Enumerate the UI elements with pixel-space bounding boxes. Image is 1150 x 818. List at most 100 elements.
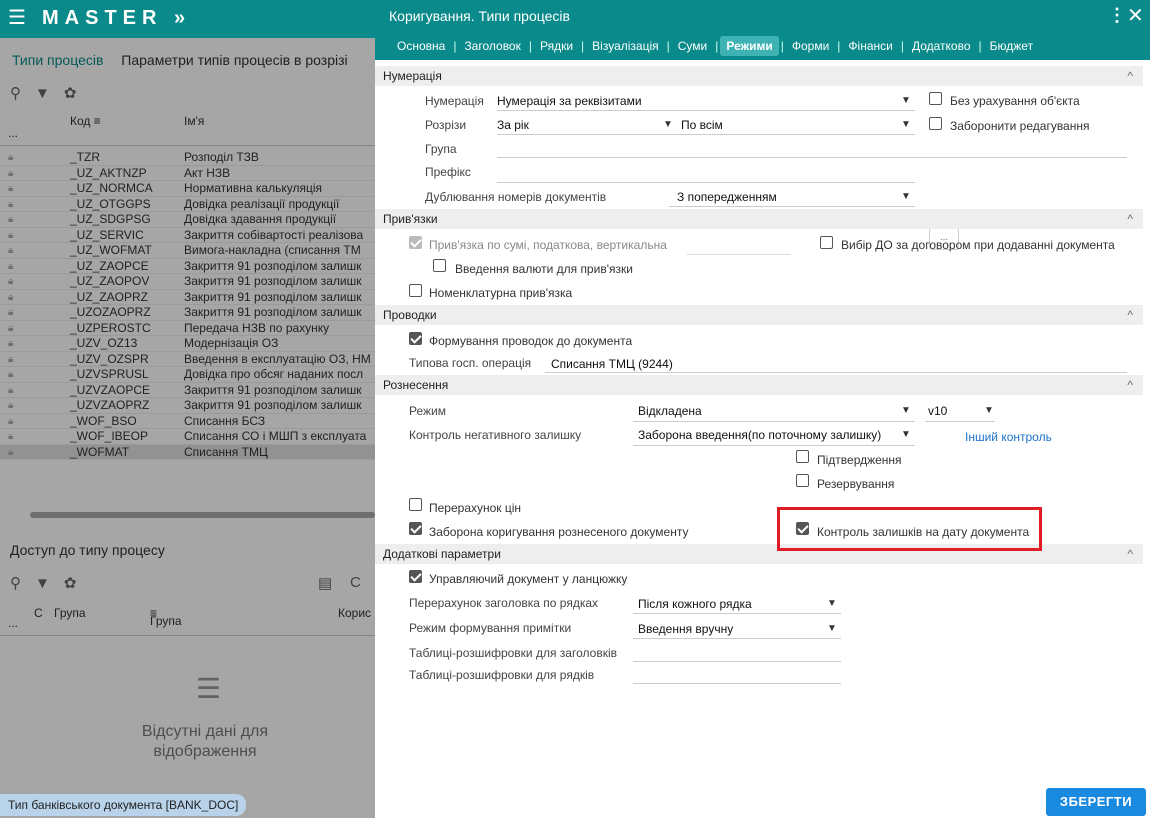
table-row[interactable]: 🔒︎ _UZ_OTGGPS Довідка реалізації продукції xyxy=(0,197,375,212)
tab-process-types[interactable]: Типи процесів xyxy=(12,52,103,68)
neg-select[interactable]: Заборона введення(по поточному залишку) xyxy=(638,428,881,442)
table-row[interactable]: 🔒︎ _UZ_SDGPSG Довідка здавання продукції xyxy=(0,212,375,228)
choose-do-checkbox[interactable] xyxy=(820,236,833,249)
close-icon[interactable]: ✕ xyxy=(1127,3,1144,28)
chevron-down-icon[interactable]: ▼ xyxy=(901,405,911,416)
table-row[interactable]: 🔒︎ _TZR Розподіл ТЗВ xyxy=(0,150,375,166)
chevron-down-icon[interactable]: ▼ xyxy=(984,405,994,416)
op-value[interactable]: Списання ТМЦ (9244) xyxy=(551,357,673,371)
table-row[interactable]: 🔒︎ _WOF_IBEOP Списання СО і МШП з експлуат… xyxy=(0,429,375,445)
section-postings[interactable]: Проводки ^ xyxy=(375,305,1143,325)
table-row[interactable]: 🔒︎ _UZ_ZAOPRZ Закриття 91 розподілом залиш… xyxy=(0,290,375,305)
table-row[interactable]: 🔒︎ _UZ_WOFMAT Вимога-накладна (списання ТМ xyxy=(0,243,375,259)
chevron-up-icon[interactable]: ^ xyxy=(1127,66,1133,86)
table-row[interactable]: 🔒︎ _UZV_OZSPR Введення в експлуатацію ОЗ, … xyxy=(0,352,375,367)
section-posting-mode[interactable]: Рознесення ^ xyxy=(375,375,1143,395)
chevron-down-icon[interactable]: ▼ xyxy=(663,119,673,130)
chevron-up-icon[interactable]: ^ xyxy=(1127,209,1133,229)
table-row[interactable]: 🔒︎ _UZ_NORMCA Нормативна калькуляція xyxy=(0,181,375,197)
horizontal-scrollbar[interactable] xyxy=(30,512,375,518)
note-mode-label: Режим формування примітки xyxy=(409,621,572,635)
col-code[interactable]: Код ≡ xyxy=(70,114,101,128)
table-row[interactable]: 🔒︎ _UZOZAOPRZ Закриття 91 розподілом залиш… xyxy=(0,305,375,321)
recalc-header-label: Перерахунок заголовка по рядках xyxy=(409,596,599,610)
dialog-tab[interactable]: Режими xyxy=(720,36,779,56)
table-row[interactable]: 🔒︎ _UZ_ZAOPCE Закриття 91 розподілом залиш… xyxy=(0,259,375,274)
search-icon[interactable]: ⚲ xyxy=(10,575,21,592)
table-row[interactable]: 🔒︎ _UZ_AKTNZP Акт НЗВ xyxy=(0,166,375,181)
dup-select[interactable]: З попередженням xyxy=(677,190,777,204)
reserve-checkbox[interactable] xyxy=(796,474,809,487)
chevron-up-icon[interactable]: ^ xyxy=(1127,305,1133,325)
ignore-object-checkbox[interactable] xyxy=(929,92,942,105)
col-group2[interactable]: Група ≡ xyxy=(150,606,182,628)
chevron-up-icon[interactable]: ^ xyxy=(1127,544,1133,564)
currency-checkbox[interactable] xyxy=(433,259,446,272)
table-row[interactable]: 🔒︎ _UZVSPRUSL Довідка про обсяг наданих по… xyxy=(0,367,375,383)
other-control-link[interactable]: Інший контроль xyxy=(965,430,1052,444)
chevron-down-icon[interactable]: ▼ xyxy=(827,623,837,634)
managing-checkbox[interactable] xyxy=(409,570,422,583)
col-name[interactable]: Ім'я xyxy=(184,114,204,128)
columns-menu[interactable]: ... xyxy=(8,126,18,140)
chevron-down-icon[interactable]: ▼ xyxy=(901,191,911,202)
row-code: _UZ_SERVIC xyxy=(70,227,144,242)
forbid-correct-checkbox[interactable] xyxy=(409,522,422,535)
more-icon[interactable]: ⋮ xyxy=(1108,5,1126,26)
filter-icon[interactable]: ▼ xyxy=(35,85,50,102)
col-user[interactable]: Корис xyxy=(338,606,371,620)
form-postings-checkbox[interactable] xyxy=(409,332,422,345)
filter-icon[interactable]: ▼ xyxy=(35,575,50,592)
chevron-up-icon[interactable]: ^ xyxy=(1127,375,1133,395)
recalc-header-select[interactable]: Після кожного рядка xyxy=(638,597,752,611)
dialog-tab[interactable]: Фінанси xyxy=(842,36,898,56)
table-row[interactable]: 🔒︎ _UZV_OZ13 Модернізація ОЗ xyxy=(0,336,375,352)
row-name: Списання ТМЦ xyxy=(184,444,268,459)
chevron-down-icon[interactable]: ▼ xyxy=(901,95,911,106)
dialog-tab[interactable]: Рядки xyxy=(534,36,579,56)
refresh-icon[interactable]: C xyxy=(350,574,361,591)
columns-menu[interactable]: ... xyxy=(8,616,18,630)
dialog-tab[interactable]: Бюджет xyxy=(984,36,1039,56)
nomenclature-checkbox[interactable] xyxy=(409,284,422,297)
col-c[interactable]: С xyxy=(34,606,43,620)
table-row[interactable]: 🔒︎ _UZVZAOPCE Закриття 91 розподілом залиш… xyxy=(0,383,375,398)
recalc-checkbox[interactable] xyxy=(409,498,422,511)
cuts-select[interactable]: За рік xyxy=(497,118,529,132)
dialog-tab[interactable]: Заголовок xyxy=(458,36,526,56)
section-links[interactable]: Прив'язки ^ xyxy=(375,209,1143,229)
cuts-select-2[interactable]: По всім xyxy=(681,118,723,132)
chevron-down-icon[interactable]: ▼ xyxy=(901,119,911,130)
mode-select[interactable]: Відкладена xyxy=(638,404,702,418)
table-row[interactable]: 🔒︎ _UZ_SERVIC Закриття собівартості реаліз… xyxy=(0,227,375,243)
col-group[interactable]: Група xyxy=(54,606,86,620)
version-select[interactable]: v10 xyxy=(928,404,947,418)
search-icon[interactable]: ⚲ xyxy=(10,85,21,102)
table-row[interactable]: 🔒︎ _UZVZAOPRZ Закриття 91 розподілом залиш… xyxy=(0,398,375,414)
dialog-tab[interactable]: Суми xyxy=(672,36,713,56)
table-row[interactable]: 🔒︎ _UZ_ZAOPOV Закриття 91 розподілом залиш… xyxy=(0,274,375,290)
dialog-tab[interactable]: Додатково xyxy=(906,36,977,56)
numbering-select[interactable]: Нумерація за реквізитами xyxy=(497,94,642,108)
gear-icon[interactable]: ✿ xyxy=(64,85,77,102)
note-mode-select[interactable]: Введення вручну xyxy=(638,622,733,636)
dialog-tab[interactable]: Форми xyxy=(786,36,835,56)
row-name: Закриття 91 розподілом залишк xyxy=(184,398,362,412)
dialog-tab[interactable]: Візуалізація xyxy=(586,36,664,56)
chevron-down-icon[interactable]: ▼ xyxy=(901,429,911,440)
section-numbering[interactable]: Нумерація ^ xyxy=(375,66,1143,86)
gear-icon[interactable]: ✿ xyxy=(64,575,77,592)
tab-process-params[interactable]: Параметри типів процесів в розрізі xyxy=(121,52,347,68)
table-icon[interactable]: ▤ xyxy=(318,574,332,592)
currency-label: Введення валюти для прив'язки xyxy=(455,262,633,276)
row-name: Закриття собівартості реалізова xyxy=(184,227,364,242)
chevron-down-icon[interactable]: ▼ xyxy=(827,598,837,609)
menu-icon[interactable]: ☰ xyxy=(8,8,26,28)
dialog-tab[interactable]: Основна xyxy=(391,36,451,56)
table-row[interactable]: 🔒︎ _UZPEROSTC Передача НЗВ по рахунку xyxy=(0,321,375,336)
table-row[interactable]: 🔒︎ _WOF_BSO Списання БСЗ xyxy=(0,414,375,429)
save-button[interactable]: ЗБЕРЕГТИ xyxy=(1046,788,1146,816)
table-row[interactable]: 🔒︎ _WOFMAT Списання ТМЦ xyxy=(0,444,375,460)
forbid-edit-checkbox[interactable] xyxy=(929,117,942,130)
confirm-checkbox[interactable] xyxy=(796,450,809,463)
